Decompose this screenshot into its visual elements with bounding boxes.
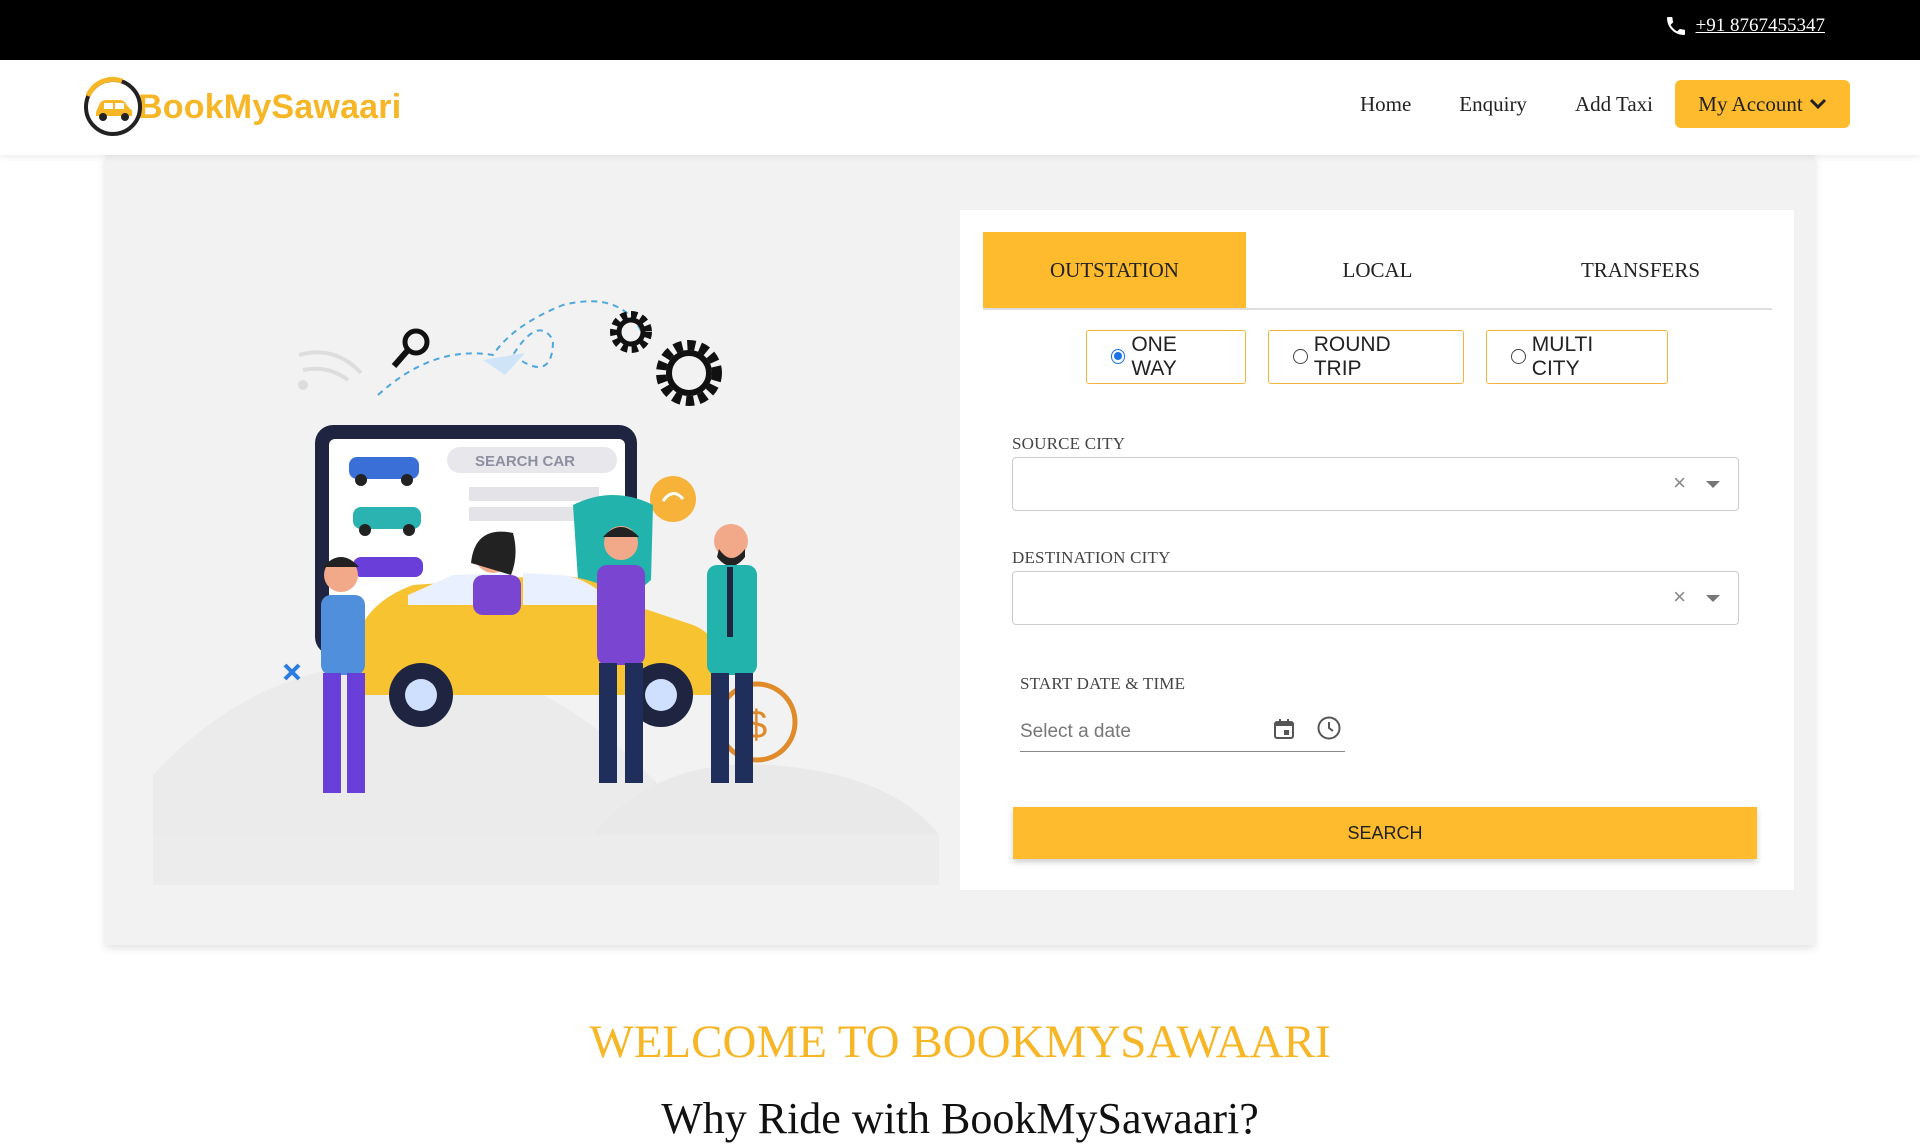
tab-local[interactable]: LOCAL bbox=[1246, 232, 1509, 308]
radio-multi-city[interactable] bbox=[1511, 348, 1526, 364]
source-city-label: SOURCE CITY bbox=[1012, 434, 1126, 453]
destination-city-label: DESTINATION CITY bbox=[1012, 548, 1171, 567]
my-account-button[interactable]: My Account bbox=[1675, 80, 1850, 128]
trip-multi-city-label: MULTI CITY bbox=[1531, 333, 1594, 380]
nav-enquiry[interactable]: Enquiry bbox=[1459, 92, 1527, 117]
my-account-label: My Account bbox=[1698, 91, 1803, 116]
booking-tabs: OUTSTATION LOCAL TRANSFERS bbox=[983, 232, 1772, 310]
welcome-heading: WELCOME TO BOOKMYSAWAARI bbox=[589, 1016, 1331, 1068]
why-ride-heading: Why Ride with BookMySawaari? bbox=[661, 1094, 1259, 1143]
trip-multi-city[interactable]: MULTI CITY bbox=[1486, 330, 1668, 384]
trip-round-trip[interactable]: ROUND TRIP bbox=[1268, 330, 1464, 384]
source-city-select[interactable]: × bbox=[1012, 457, 1739, 511]
navbar: BookMySawaari Home Enquiry Add Taxi My A… bbox=[0, 60, 1920, 155]
start-date-field bbox=[1020, 715, 1345, 752]
radio-round-trip[interactable] bbox=[1293, 348, 1308, 364]
taxi-booking-illustration: SEARCH CAR $ bbox=[153, 195, 939, 885]
tab-outstation[interactable]: OUTSTATION bbox=[983, 232, 1246, 308]
start-date-input[interactable] bbox=[1020, 717, 1250, 747]
source-clear-icon[interactable]: × bbox=[1673, 470, 1686, 496]
trip-one-way[interactable]: ONE WAY bbox=[1086, 330, 1246, 384]
logo-car-icon bbox=[82, 76, 144, 138]
nav-add-taxi[interactable]: Add Taxi bbox=[1575, 92, 1653, 117]
phone-icon bbox=[1664, 14, 1688, 38]
phone-link[interactable]: +91 8767455347 bbox=[1696, 15, 1825, 37]
destination-clear-icon[interactable]: × bbox=[1673, 584, 1686, 610]
calendar-icon[interactable] bbox=[1272, 717, 1296, 746]
destination-dropdown-caret-icon[interactable] bbox=[1706, 595, 1720, 602]
trip-type-options: ONE WAY ROUND TRIP MULTI CITY bbox=[960, 330, 1794, 384]
booking-panel: OUTSTATION LOCAL TRANSFERS ONE WAY ROUND… bbox=[960, 210, 1794, 890]
tab-transfers[interactable]: TRANSFERS bbox=[1509, 232, 1772, 308]
nav-home[interactable]: Home bbox=[1360, 92, 1411, 117]
nav-menu: Home Enquiry Add Taxi My Account bbox=[1360, 80, 1850, 128]
top-bar: +91 8767455347 bbox=[0, 0, 1920, 60]
trip-one-way-label: ONE WAY bbox=[1131, 333, 1177, 380]
clock-icon[interactable] bbox=[1316, 715, 1342, 746]
search-car-label: SEARCH CAR bbox=[475, 453, 575, 470]
search-button[interactable]: SEARCH bbox=[1013, 807, 1757, 859]
chevron-down-icon bbox=[1809, 92, 1827, 117]
logo[interactable]: BookMySawaari bbox=[82, 76, 401, 138]
destination-city-select[interactable]: × bbox=[1012, 571, 1739, 625]
radio-one-way[interactable] bbox=[1111, 348, 1126, 364]
trip-round-trip-label: ROUND TRIP bbox=[1313, 333, 1391, 380]
brand-name: BookMySawaari bbox=[138, 87, 402, 126]
start-date-label: START DATE & TIME bbox=[1020, 674, 1186, 693]
hero-section: SEARCH CAR $ OUTSTATION LOCAL TRANSFERS … bbox=[105, 155, 1815, 945]
source-dropdown-caret-icon[interactable] bbox=[1706, 481, 1720, 488]
contact-phone: +91 8767455347 bbox=[1664, 14, 1825, 38]
